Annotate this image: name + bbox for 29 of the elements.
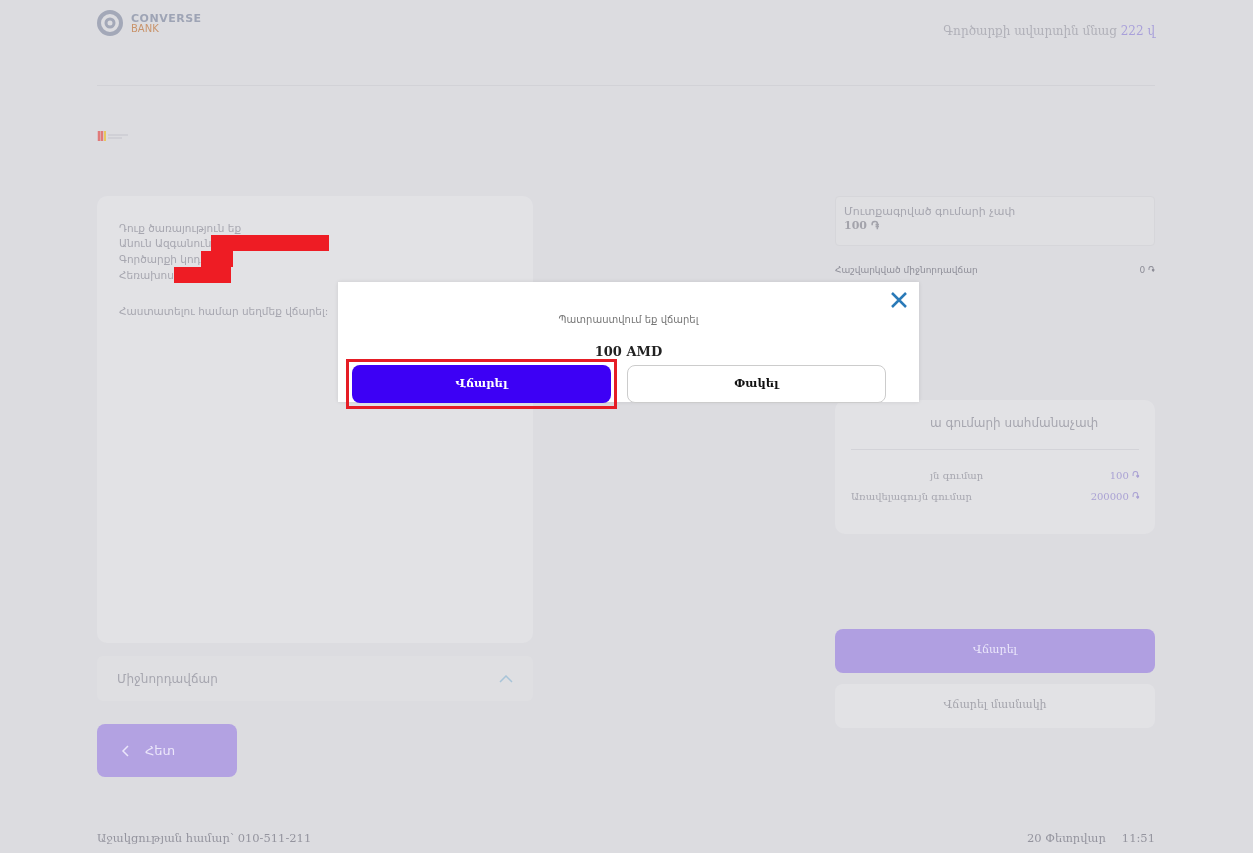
dialog-message: Պատրաստվում եք վճարել: [557, 313, 700, 327]
partial-pay-button[interactable]: Վճարել մասնակի: [835, 683, 1155, 728]
date-text: 20 Փետրվար: [1026, 830, 1106, 847]
pay-button[interactable]: Վճարել: [835, 628, 1155, 673]
bank-logo-icon: [97, 10, 123, 36]
details-intro: Դուք ծառայություն եք: [119, 221, 243, 235]
limit-value: 100 ֏: [1109, 468, 1139, 483]
close-button[interactable]: [889, 290, 909, 310]
bank-name: CONVERSE: [131, 12, 202, 24]
provider-logo-icon: [97, 129, 129, 142]
field-label: Հեռախոս: [119, 268, 174, 282]
field-label: Գործարքի կոդ: [119, 252, 201, 266]
close-button[interactable]: Փակել: [627, 365, 886, 403]
limit-value: 200000 ֏: [1090, 489, 1139, 504]
fee-toggle-label: Միջնորդավճար: [117, 670, 218, 688]
confirm-text: Հաստատելու համար սեղմեք վճարել:: [119, 304, 330, 318]
amount-value: 100 ֏: [844, 219, 880, 233]
support-phone: Աջակցության համար՝ 010-511-211: [97, 830, 312, 847]
bank-name-subtitle: BANK: [131, 23, 160, 34]
pay-button[interactable]: Վճարել: [352, 365, 611, 403]
dialog-amount: 100 AMD: [594, 344, 663, 359]
back-button[interactable]: Հետ: [97, 724, 237, 777]
fee-value: 0 ֏: [1139, 264, 1155, 277]
field-label: Անուն Ազգանուն: [119, 236, 212, 250]
fee-label: Հաշվարկված միջնորդավճար: [835, 264, 978, 277]
chevron-left-icon: [121, 744, 129, 757]
limit-label: Առավելագույն գումար: [851, 489, 972, 504]
time-text: 11:51: [1121, 830, 1155, 847]
limits-title: ա գումարի սահմանաչափ: [930, 415, 1099, 430]
